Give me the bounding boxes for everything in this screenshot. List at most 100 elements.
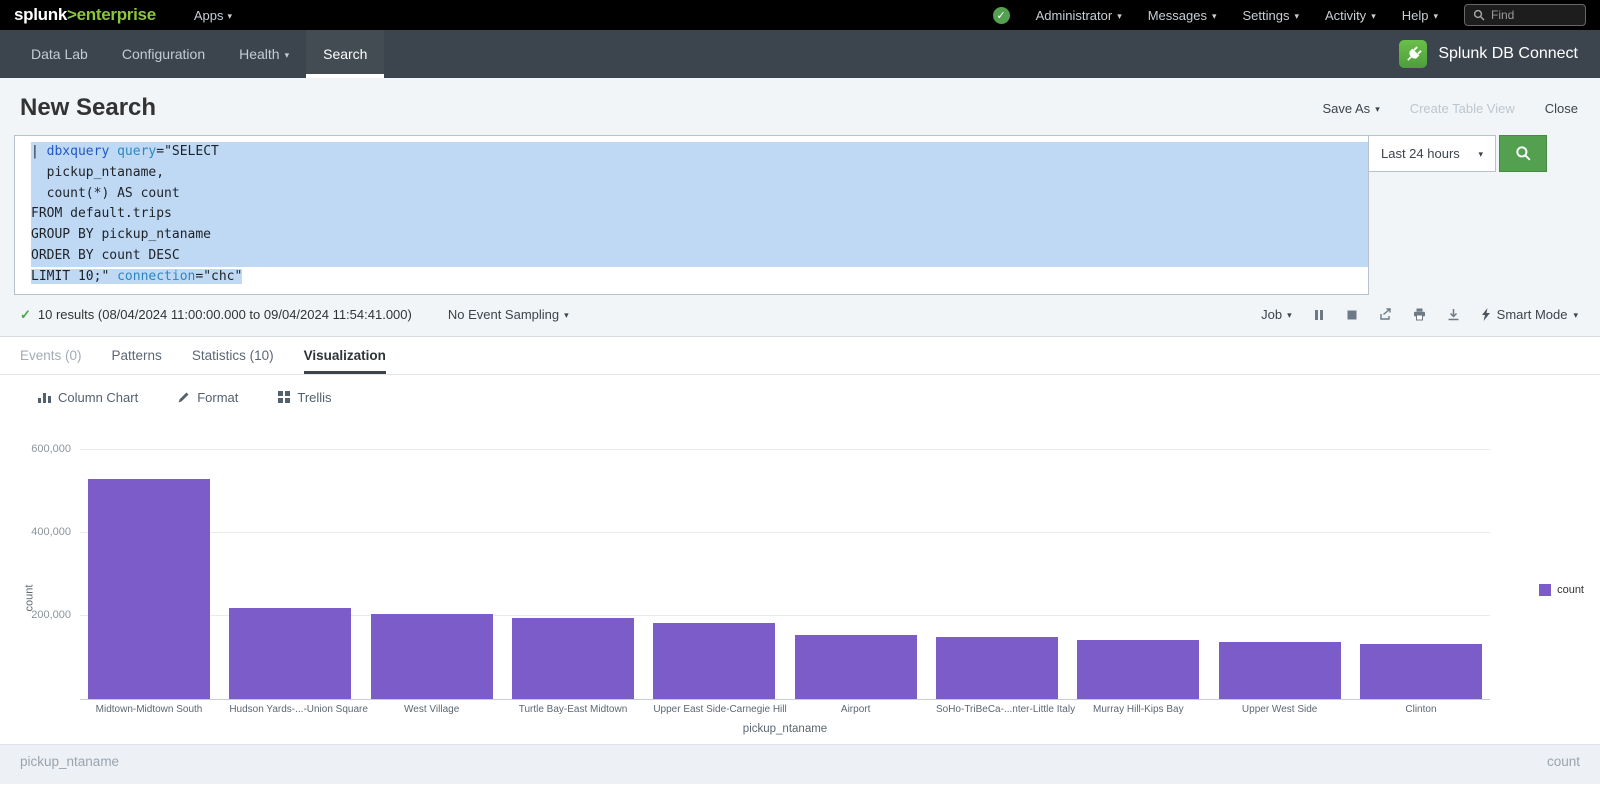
- pencil-icon: [178, 391, 190, 403]
- bolt-icon: [1481, 308, 1491, 321]
- query-token: connection: [117, 269, 195, 284]
- y-tick-label: 600,000: [31, 443, 71, 455]
- messages-menu[interactable]: Messages ▾: [1148, 8, 1217, 23]
- find-input[interactable]: [1491, 8, 1571, 22]
- bar-1[interactable]: [88, 479, 210, 698]
- caret-down-icon: ▾: [1375, 105, 1380, 114]
- trellis-button[interactable]: Trellis: [278, 390, 331, 405]
- print-button[interactable]: [1413, 308, 1426, 321]
- help-menu[interactable]: Help ▾: [1402, 8, 1438, 23]
- x-tick-label: Midtown-Midtown South: [88, 704, 210, 715]
- format-button[interactable]: Format: [178, 390, 238, 405]
- pause-job-button[interactable]: [1313, 309, 1325, 321]
- stop-job-button[interactable]: [1346, 309, 1358, 321]
- bar-2[interactable]: [229, 608, 351, 699]
- time-range-picker[interactable]: Last 24 hours ▾: [1369, 135, 1496, 172]
- job-menu[interactable]: Job ▾: [1261, 307, 1292, 322]
- settings-menu[interactable]: Settings ▾: [1243, 8, 1300, 23]
- bar-9[interactable]: [1219, 642, 1341, 699]
- x-tick-label: Clinton: [1360, 704, 1482, 715]
- caret-down-icon: ▾: [564, 311, 569, 320]
- health-check-icon[interactable]: ✓: [993, 7, 1010, 24]
- column-header-count[interactable]: count: [1547, 754, 1580, 784]
- close-button[interactable]: Close: [1545, 101, 1578, 116]
- app-title: Splunk DB Connect: [1438, 45, 1578, 63]
- query-token: ="SELECT: [156, 144, 219, 159]
- x-tick-label: Upper West Side: [1219, 704, 1341, 715]
- app-nav-bar: Data Lab Configuration Health ▾ Search S: [0, 30, 1600, 78]
- nav-data-lab[interactable]: Data Lab: [14, 30, 105, 78]
- share-job-button[interactable]: [1379, 308, 1392, 321]
- x-tick-label: Murray Hill-Kips Bay: [1077, 704, 1199, 715]
- apps-menu[interactable]: Apps ▾: [194, 8, 232, 23]
- caret-down-icon: ▾: [1433, 12, 1438, 21]
- download-icon: [1447, 308, 1460, 321]
- search-icon: [1515, 145, 1532, 162]
- pause-icon: [1313, 309, 1325, 321]
- query-token: pickup_ntaname,: [31, 165, 164, 180]
- query-token: ="chc": [195, 269, 242, 284]
- bar-8[interactable]: [1077, 640, 1199, 699]
- legend-swatch: [1539, 584, 1551, 596]
- query-token: |: [31, 144, 47, 159]
- create-table-view-button[interactable]: Create Table View: [1410, 101, 1515, 116]
- splunk-logo: splunk>enterprise: [14, 5, 156, 25]
- tab-events[interactable]: Events (0): [20, 337, 82, 374]
- caret-down-icon: ▾: [1478, 150, 1483, 159]
- share-icon: [1379, 308, 1392, 321]
- chart-legend[interactable]: count: [1539, 584, 1584, 596]
- query-token: LIMIT 10;": [31, 269, 117, 284]
- administrator-menu[interactable]: Administrator ▾: [1036, 8, 1122, 23]
- column-header-pickup-ntaname[interactable]: pickup_ntaname: [20, 754, 119, 784]
- x-tick-label: Hudson Yards-...-Union Square: [229, 704, 351, 715]
- caret-down-icon: ▾: [1212, 12, 1217, 21]
- activity-menu[interactable]: Activity ▾: [1325, 8, 1376, 23]
- bar-10[interactable]: [1360, 644, 1482, 699]
- query-token: [109, 144, 117, 159]
- export-button[interactable]: [1447, 308, 1460, 321]
- search-input[interactable]: | dbxquery query="SELECT pickup_ntaname,…: [14, 135, 1369, 295]
- chart-type-button[interactable]: Column Chart: [38, 390, 138, 405]
- caret-down-icon: ▾: [1573, 311, 1578, 320]
- tab-statistics[interactable]: Statistics (10): [192, 337, 274, 374]
- nav-health[interactable]: Health ▾: [222, 30, 306, 78]
- page-title: New Search: [20, 94, 156, 122]
- column-chart-icon: [38, 391, 51, 403]
- caret-down-icon: ▾: [285, 51, 290, 60]
- run-search-button[interactable]: [1499, 135, 1547, 172]
- visualization-toolbar: Column Chart Format Trellis: [0, 375, 1600, 419]
- tab-visualization[interactable]: Visualization: [304, 337, 386, 374]
- y-axis-title: count: [23, 584, 35, 611]
- save-as-button[interactable]: Save As ▾: [1322, 101, 1379, 116]
- logo-gt: >: [67, 5, 77, 24]
- y-tick-label: 400,000: [31, 526, 71, 538]
- caret-down-icon: ▾: [1294, 12, 1299, 21]
- bar-7[interactable]: [936, 637, 1058, 699]
- nav-search[interactable]: Search: [306, 30, 384, 78]
- tab-patterns[interactable]: Patterns: [112, 337, 162, 374]
- chart-xlabels: Midtown-Midtown South Hudson Yards-...-Un…: [80, 704, 1490, 715]
- caret-down-icon: ▾: [227, 12, 232, 21]
- nav-configuration[interactable]: Configuration: [105, 30, 222, 78]
- bar-6[interactable]: [795, 635, 917, 699]
- caret-down-icon: ▾: [1287, 311, 1292, 320]
- bar-3[interactable]: [371, 614, 493, 699]
- chart-plot: 200,000400,000600,000: [80, 449, 1490, 700]
- bar-5[interactable]: [653, 623, 775, 699]
- event-sampling-menu[interactable]: No Event Sampling ▾: [448, 307, 569, 322]
- legend-label: count: [1557, 584, 1584, 596]
- search-icon: [1473, 9, 1485, 21]
- search-section: New Search Save As ▾ Create Table View C…: [0, 78, 1600, 337]
- query-token: dbxquery: [47, 144, 110, 159]
- print-icon: [1413, 308, 1426, 321]
- search-mode-menu[interactable]: Smart Mode ▾: [1481, 307, 1578, 322]
- x-tick-label: SoHo-TriBeCa-...nter-Little Italy: [936, 704, 1058, 715]
- results-tabs: Events (0) Patterns Statistics (10) Visu…: [0, 337, 1600, 375]
- plug-icon: [1405, 46, 1422, 63]
- bar-4[interactable]: [512, 618, 634, 699]
- statistics-table-header: pickup_ntaname count: [0, 744, 1600, 784]
- check-icon: ✓: [997, 9, 1006, 22]
- find-search-box[interactable]: [1464, 4, 1586, 26]
- x-tick-label: Airport: [795, 704, 917, 715]
- caret-down-icon: ▾: [1371, 12, 1376, 21]
